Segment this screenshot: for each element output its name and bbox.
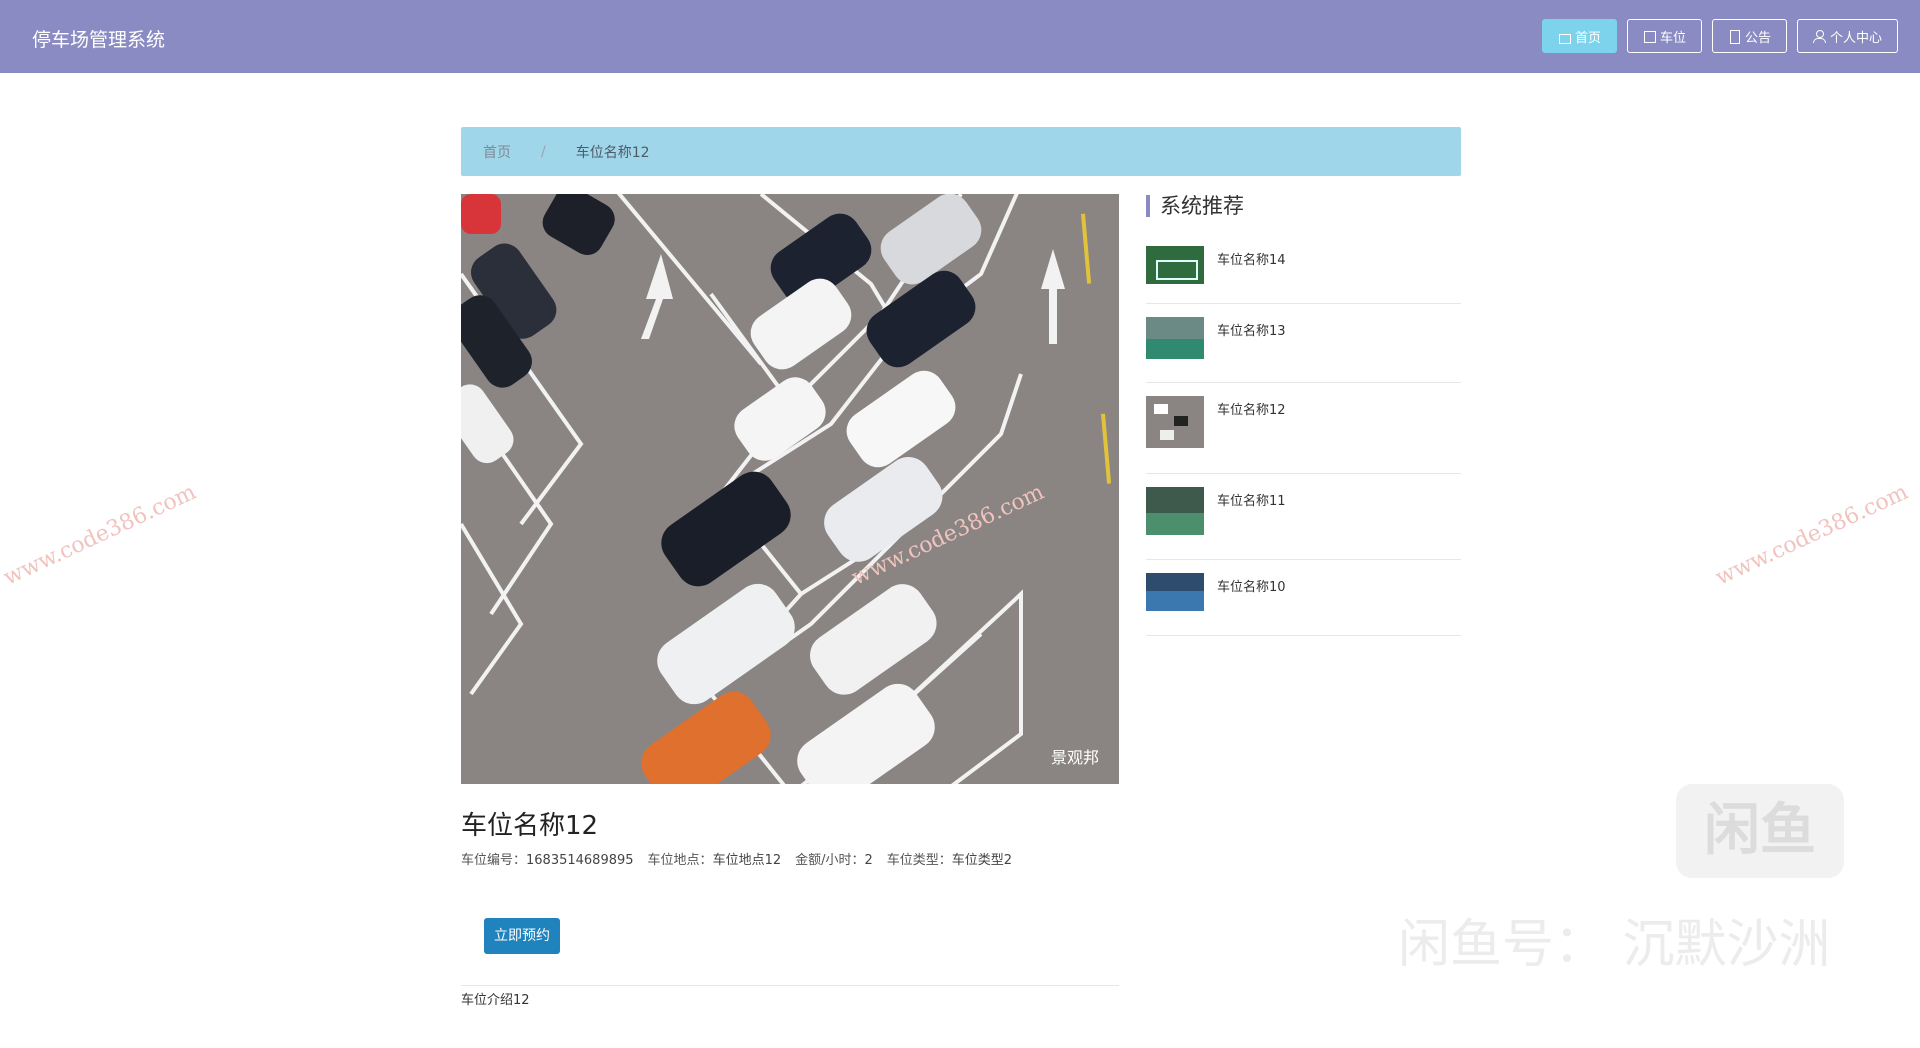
recommend-item[interactable]: 车位名称10 — [1146, 560, 1461, 636]
breadcrumb: 首页 / 车位名称12 — [461, 127, 1461, 176]
recommend-item-name: 车位名称14 — [1217, 253, 1286, 268]
grid-icon — [1643, 30, 1656, 43]
image-watermark: 景观邦 — [1050, 748, 1099, 767]
meta-type: 车位类型：车位类型2 — [886, 853, 1013, 868]
meta-number: 车位编号：1683514689895 — [461, 853, 634, 868]
home-icon — [1558, 30, 1571, 44]
parking-space-meta: 车位编号：1683514689895 车位地点：车位地点12 金额/小时：2 车… — [461, 849, 1012, 868]
parking-space-description: 车位介绍12 — [461, 993, 530, 1008]
xianyu-id-watermark: 闲鱼号： 沉默沙洲 — [1398, 915, 1831, 975]
brand-title[interactable]: 停车场管理系统 — [32, 25, 165, 52]
nav-profile-button[interactable]: 个人中心 — [1796, 19, 1898, 53]
divider — [461, 985, 1119, 986]
nav-parking-button[interactable]: 车位 — [1626, 19, 1702, 53]
nav-menu: 首页 车位 公告 个人中心 — [1541, 19, 1898, 53]
recommend-thumbnail — [1146, 317, 1204, 359]
breadcrumb-separator: / — [541, 143, 546, 160]
nav-home-button[interactable]: 首页 — [1541, 19, 1617, 53]
recommend-item[interactable]: 车位名称14 — [1146, 233, 1461, 304]
meta-location: 车位地点：车位地点12 — [647, 853, 782, 868]
breadcrumb-current: 车位名称12 — [575, 144, 650, 161]
nav-notice-label: 公告 — [1744, 30, 1771, 46]
nav-home-label: 首页 — [1574, 30, 1601, 46]
meta-price: 金额/小时：2 — [795, 853, 873, 868]
recommend-item-name: 车位名称13 — [1217, 324, 1286, 339]
nav-notice-button[interactable]: 公告 — [1711, 19, 1787, 53]
recommend-list: 车位名称14 车位名称13 车位名称12 车位名称11 车位名称10 — [1146, 233, 1461, 636]
recommend-thumbnail — [1146, 246, 1204, 284]
site-watermark-left: www.code386.com — [0, 479, 200, 591]
site-watermark-right: www.code386.com — [1712, 479, 1912, 591]
recommend-item[interactable]: 车位名称11 — [1146, 474, 1461, 560]
recommend-thumbnail — [1146, 573, 1204, 611]
nav-profile-label: 个人中心 — [1829, 30, 1882, 46]
parking-space-title: 车位名称12 — [461, 811, 599, 841]
breadcrumb-home-link[interactable]: 首页 — [483, 142, 511, 162]
recommend-title: 系统推荐 — [1146, 195, 1244, 217]
recommend-item[interactable]: 车位名称13 — [1146, 304, 1461, 383]
recommend-item[interactable]: 车位名称12 — [1146, 383, 1461, 474]
reserve-button[interactable]: 立即预约 — [484, 918, 560, 954]
recommend-item-name: 车位名称12 — [1217, 403, 1286, 418]
top-navbar: 停车场管理系统 首页 车位 公告 个人中心 — [0, 0, 1920, 73]
recommend-item-name: 车位名称11 — [1217, 494, 1286, 509]
recommend-thumbnail — [1146, 487, 1204, 535]
nav-parking-label: 车位 — [1659, 30, 1686, 46]
notice-icon — [1728, 29, 1741, 44]
recommend-thumbnail — [1146, 396, 1204, 448]
user-icon — [1812, 29, 1826, 43]
recommend-item-name: 车位名称10 — [1217, 580, 1286, 595]
xianyu-logo: 闲鱼 — [1676, 784, 1844, 878]
